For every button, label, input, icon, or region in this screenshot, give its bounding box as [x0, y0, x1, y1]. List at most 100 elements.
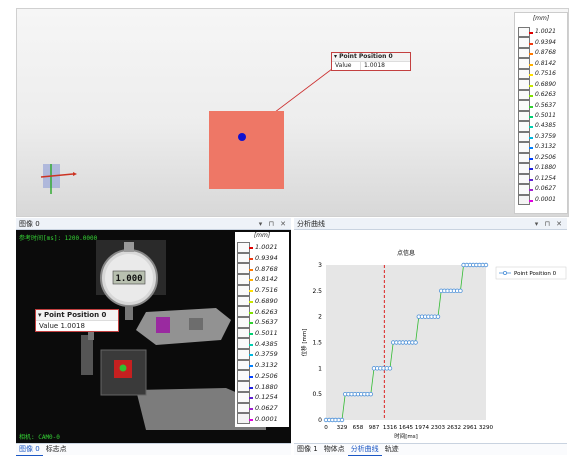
colorbar-swatch: [237, 349, 253, 360]
colorbar-tick-label: 0.8768: [255, 264, 278, 273]
colorbar-swatch: [518, 121, 533, 132]
image-panel-window-controls[interactable]: ▾ ⊓ ✕: [259, 218, 288, 230]
x-tick-label: 3290: [479, 425, 494, 431]
image-panel-tab-0[interactable]: 图像 0: [16, 444, 43, 456]
colorbar-tick-label: 0.1254: [255, 393, 278, 402]
colorbar-swatch: [518, 89, 533, 101]
colorbar-swatch: [237, 242, 253, 253]
colorbar-tick-label: 0.1254: [535, 174, 556, 182]
curve-plot-area[interactable]: 点信息 0 0.5 1 1.5 2 2.5 3 0 329 658 987 1316 1645 1974 23…: [294, 230, 567, 443]
y-axis-label: 位移 [mm]: [300, 329, 308, 357]
data-point: [435, 314, 441, 319]
curve-panel-window-controls[interactable]: ▾ ⊓ ✕: [535, 218, 564, 230]
x-tick-label: 1974: [415, 425, 430, 431]
colorbar-tick-label: 0.0001: [535, 195, 556, 203]
popup-key: Value: [332, 62, 361, 70]
colorbar-tick-label: 0.5011: [255, 329, 278, 337]
point-info-popup: ▾ Point Position 0 Value 1.0018: [331, 52, 411, 71]
curve-panel-tab-1[interactable]: 物体点: [321, 444, 348, 455]
curve-panel-tab-3[interactable]: 轨迹: [382, 444, 402, 455]
colorbar-tick-label: 0.6890: [255, 296, 278, 305]
x-tick-label: 2961: [463, 425, 478, 431]
y-tick-label: 3: [318, 262, 322, 269]
data-point: [458, 288, 463, 294]
colorbar-tick-label: 0.4385: [535, 122, 556, 130]
colorbar-tick-label: 0.0627: [535, 185, 556, 193]
colorbar-swatch: [237, 316, 253, 328]
x-tick-label: 0: [324, 425, 328, 431]
colorbar-swatch: [518, 27, 533, 38]
y-tick-label: 0.5: [312, 391, 322, 398]
y-tick-label: 0: [318, 417, 322, 424]
colorbar-unit: [mm]: [532, 15, 550, 22]
x-tick-label: 2303: [431, 425, 446, 431]
x-tick-label: 658: [353, 425, 364, 431]
image-panel-header: 图像 0 ▾ ⊓ ✕: [16, 218, 291, 230]
colorbar-tick-label: 0.5011: [535, 112, 556, 119]
tracked-point[interactable]: [238, 133, 246, 141]
colorbar-tick-label: 0.0627: [255, 403, 278, 412]
colorbar-swatch: [518, 100, 533, 111]
colorbar-swatch: [518, 142, 533, 153]
popup-value: 1.0018: [364, 62, 385, 69]
colorbar-swatch: [237, 359, 253, 371]
colorbar-swatch: [518, 68, 533, 80]
colorbar-tick-label: 0.5637: [255, 318, 278, 327]
colorbar-tick-label: 0.6263: [535, 91, 556, 99]
colorbar-tick-label: 0.9394: [535, 38, 556, 46]
data-point: [339, 417, 345, 423]
curve-panel-tabbar: 图像 1 物体点 分析曲线 轨迹: [294, 443, 567, 456]
colorbar-swatch: [237, 284, 253, 296]
colorbar-swatch: [518, 79, 533, 90]
colorbar-swatch: [237, 306, 253, 317]
image-panel-title: 图像 0: [19, 220, 40, 228]
image-panel: 图像 0 ▾ ⊓ ✕ 1.000 参考时间[ms]: 1200.0000 相机:…: [16, 218, 291, 456]
colorbar-tick-label: 0.7516: [255, 286, 278, 295]
colorbar-swatch: [518, 163, 533, 174]
y-tick-label: 2.5: [312, 288, 322, 295]
image-point-popup: ▾ Point Position 0 Value 1.0018: [35, 309, 119, 332]
colorbar-swatch: [237, 274, 253, 285]
x-tick-label: 1645: [399, 425, 414, 431]
colorbar-swatch: [237, 402, 253, 414]
colorbar-swatch: [237, 370, 253, 382]
roi-upper: [156, 317, 170, 333]
image-panel-tab-1[interactable]: 标志点: [43, 444, 70, 455]
colorbar-tick-label: 0.6263: [255, 307, 278, 316]
x-tick-label: 329: [337, 425, 348, 431]
curve-panel-tab-0[interactable]: 图像 1: [294, 444, 321, 455]
viewport-canvas: [40, 68, 333, 194]
colorbar-swatch: [518, 37, 533, 48]
y-tick-label: 1.5: [312, 340, 322, 347]
image-colorbar: [mm] 1.0021 0.9394 0.8768 0.8142 0.7516 0.689…: [235, 232, 289, 427]
curve-panel-header: 分析曲线 ▾ ⊓ ✕: [294, 218, 567, 230]
curve-panel-title: 分析曲线: [297, 220, 325, 228]
legend-label: Point Position 0: [514, 271, 557, 277]
colorbar-tick-label: 0.6890: [535, 80, 556, 88]
x-tick-label: 1316: [383, 425, 398, 431]
gauge-reading: 1.000: [115, 274, 142, 284]
colorbar-swatch: [518, 110, 533, 122]
analysis-curve-panel: 分析曲线 ▾ ⊓ ✕ 点信息 0 0.5 1 1.5 2 2.5 3 0 329 658 987 131…: [294, 218, 567, 456]
colorbar-swatch: [237, 413, 253, 424]
x-axis-label: 时间[ms]: [394, 432, 418, 440]
camera-label: 相机: CAM0-0: [19, 434, 60, 441]
axis-gizmo-icon: [40, 164, 77, 194]
colorbar-swatch: [237, 338, 253, 350]
3d-viewport[interactable]: ▾ Point Position 0 Value 1.0018 [mm] 1.00…: [16, 8, 569, 217]
colorbar-tick-label: 0.2506: [535, 153, 556, 161]
colorbar-swatch: [518, 58, 533, 69]
colorbar-tick-label: 0.9394: [255, 254, 278, 263]
viewport-colorbar: [mm] 1.0021 0.9394 0.8768 0.8142 0.7516 0.689…: [514, 12, 568, 214]
curve-panel-tab-2[interactable]: 分析曲线: [347, 444, 382, 456]
colorbar-swatch: [237, 381, 253, 392]
colorbar-tick-label: 0.7516: [535, 70, 556, 78]
popup-title: Point Position 0: [339, 53, 393, 60]
colorbar-tick-label: 0.3132: [535, 143, 556, 151]
camera-image[interactable]: 1.000 参考时间[ms]: 1200.0000 相机: CAM0-0 ▾ P…: [16, 230, 291, 443]
x-tick-label: 987: [369, 425, 380, 431]
colorbar-tick-label: 1.0021: [535, 28, 556, 36]
reference-time-label: 参考时间[ms]: 1200.0000: [19, 235, 98, 242]
colorbar-swatch: [518, 152, 533, 164]
chart-title: 点信息: [397, 249, 415, 257]
